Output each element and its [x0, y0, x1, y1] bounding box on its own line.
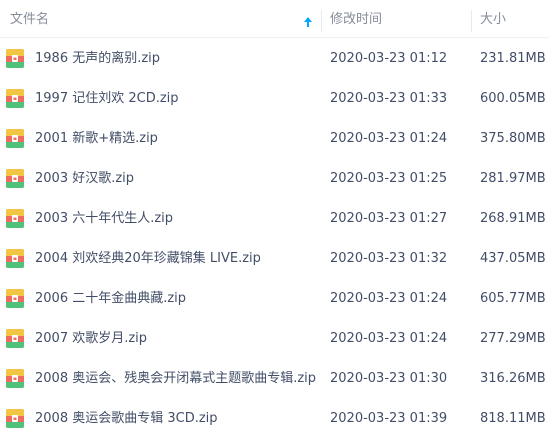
table-row[interactable]: 2003 六十年代生人.zip 2020-03-23 01:27 268.91M… — [0, 199, 549, 239]
column-header-size[interactable]: 大小 — [480, 0, 540, 38]
zip-archive-icon — [6, 249, 24, 268]
file-modified-time: 2020-03-23 01:33 — [330, 91, 448, 106]
file-name[interactable]: 2003 好汉歌.zip — [35, 159, 320, 199]
table-row[interactable]: 1997 记住刘欢 2CD.zip 2020-03-23 01:33 600.0… — [0, 79, 549, 119]
file-modified-time: 2020-03-23 01:30 — [330, 371, 448, 386]
file-name[interactable]: 2004 刘欢经典20年珍藏锦集 LIVE.zip — [35, 239, 320, 279]
table-row[interactable]: 2006 二十年金曲典藏.zip 2020-03-23 01:24 605.77… — [0, 279, 549, 319]
zip-archive-icon — [6, 129, 24, 148]
file-size: 818.11MB — [480, 411, 546, 426]
table-row[interactable]: 2001 新歌+精选.zip 2020-03-23 01:24 375.80MB — [0, 119, 549, 159]
file-size: 375.80MB — [480, 131, 546, 146]
file-name[interactable]: 2007 欢歌岁月.zip — [35, 319, 320, 359]
file-size: 281.97MB — [480, 171, 546, 186]
file-size: 605.77MB — [480, 291, 546, 306]
file-size: 268.91MB — [480, 211, 546, 226]
file-size: 316.26MB — [480, 371, 546, 386]
file-name[interactable]: 2008 奥运会歌曲专辑 3CD.zip — [35, 399, 320, 439]
column-header-name[interactable]: 文件名 — [10, 0, 310, 38]
file-modified-time: 2020-03-23 01:12 — [330, 51, 448, 66]
zip-archive-icon — [6, 369, 24, 388]
file-modified-time: 2020-03-23 01:24 — [330, 331, 448, 346]
column-header-modified-time[interactable]: 修改时间 — [330, 0, 460, 38]
file-size: 600.05MB — [480, 91, 546, 106]
column-divider[interactable] — [471, 10, 472, 32]
zip-archive-icon — [6, 209, 24, 228]
table-row[interactable]: 2007 欢歌岁月.zip 2020-03-23 01:24 277.29MB — [0, 319, 549, 359]
file-size: 277.29MB — [480, 331, 546, 346]
table-row[interactable]: 1986 无声的离别.zip 2020-03-23 01:12 231.81MB — [0, 39, 549, 79]
file-size: 231.81MB — [480, 51, 546, 66]
file-modified-time: 2020-03-23 01:39 — [330, 411, 448, 426]
file-rows: 1986 无声的离别.zip 2020-03-23 01:12 231.81MB… — [0, 39, 549, 439]
zip-archive-icon — [6, 49, 24, 68]
table-row[interactable]: 2008 奥运会歌曲专辑 3CD.zip 2020-03-23 01:39 81… — [0, 399, 549, 439]
zip-archive-icon — [6, 289, 24, 308]
file-list-table: 文件名 修改时间 大小 1986 无声的离别.zip 2020-03-23 01… — [0, 0, 549, 442]
file-modified-time: 2020-03-23 01:27 — [330, 211, 448, 226]
table-row[interactable]: 2004 刘欢经典20年珍藏锦集 LIVE.zip 2020-03-23 01:… — [0, 239, 549, 279]
zip-archive-icon — [6, 169, 24, 188]
table-header: 文件名 修改时间 大小 — [0, 0, 549, 38]
file-name[interactable]: 2006 二十年金曲典藏.zip — [35, 279, 320, 319]
file-name[interactable]: 2001 新歌+精选.zip — [35, 119, 320, 159]
file-size: 437.05MB — [480, 251, 546, 266]
table-row[interactable]: 2008 奥运会、残奥会开闭幕式主题歌曲专辑.zip 2020-03-23 01… — [0, 359, 549, 399]
file-name[interactable]: 1986 无声的离别.zip — [35, 39, 320, 79]
file-modified-time: 2020-03-23 01:25 — [330, 171, 448, 186]
file-modified-time: 2020-03-23 01:24 — [330, 131, 448, 146]
file-name[interactable]: 2008 奥运会、残奥会开闭幕式主题歌曲专辑.zip — [35, 359, 320, 399]
sort-ascending-arrow-icon[interactable] — [303, 13, 313, 27]
file-name[interactable]: 2003 六十年代生人.zip — [35, 199, 320, 239]
zip-archive-icon — [6, 409, 24, 428]
file-modified-time: 2020-03-23 01:24 — [330, 291, 448, 306]
zip-archive-icon — [6, 329, 24, 348]
table-row[interactable]: 2003 好汉歌.zip 2020-03-23 01:25 281.97MB — [0, 159, 549, 199]
zip-archive-icon — [6, 89, 24, 108]
file-name[interactable]: 1997 记住刘欢 2CD.zip — [35, 79, 320, 119]
file-modified-time: 2020-03-23 01:32 — [330, 251, 448, 266]
column-divider[interactable] — [321, 10, 322, 32]
